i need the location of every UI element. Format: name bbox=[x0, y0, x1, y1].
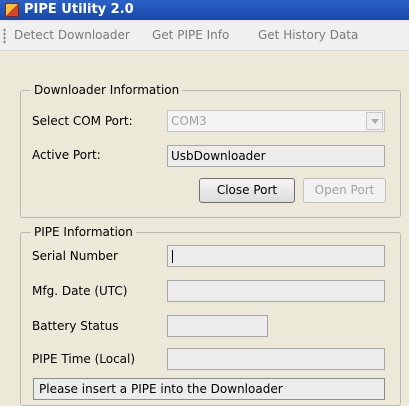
window-bottom-edge bbox=[0, 406, 409, 416]
mfg-date-label: Mfg. Date (UTC) bbox=[32, 284, 128, 298]
open-port-button[interactable]: Open Port bbox=[303, 178, 386, 203]
com-port-select[interactable]: COM3 bbox=[167, 110, 385, 132]
battery-status-label: Battery Status bbox=[32, 319, 119, 333]
serial-number-label: Serial Number bbox=[32, 249, 118, 263]
window-title: PIPE Utility 2.0 bbox=[24, 2, 134, 17]
title-bar[interactable]: PIPE Utility 2.0 bbox=[0, 0, 409, 20]
active-port-field: UsbDownloader bbox=[167, 145, 385, 167]
pipe-information-title: PIPE Information bbox=[31, 225, 136, 239]
app-icon bbox=[5, 3, 19, 17]
mfg-date-field bbox=[167, 280, 385, 302]
menu-get-pipe-info[interactable]: Get PIPE Info bbox=[152, 28, 229, 42]
menu-detect-downloader[interactable]: Detect Downloader bbox=[14, 28, 130, 42]
battery-status-field bbox=[167, 315, 268, 337]
menu-get-history-data[interactable]: Get History Data bbox=[258, 28, 358, 42]
text-caret bbox=[172, 250, 173, 263]
serial-number-field[interactable] bbox=[167, 245, 385, 267]
toolbar-grip-icon[interactable] bbox=[3, 28, 6, 44]
active-port-label: Active Port: bbox=[32, 148, 101, 162]
downloader-information-title: Downloader Information bbox=[31, 83, 183, 97]
close-port-button[interactable]: Close Port bbox=[199, 178, 295, 203]
pipe-time-field bbox=[167, 348, 385, 370]
com-port-label: Select COM Port: bbox=[32, 114, 133, 128]
chevron-down-icon[interactable] bbox=[366, 112, 383, 130]
com-port-value: COM3 bbox=[171, 114, 207, 128]
pipe-time-label: PIPE Time (Local) bbox=[32, 352, 136, 366]
app-window: PIPE Utility 2.0 Detect Downloader Get P… bbox=[0, 0, 409, 416]
status-message: Please insert a PIPE into the Downloader bbox=[33, 378, 385, 400]
menu-bar: Detect Downloader Get PIPE Info Get Hist… bbox=[0, 22, 409, 51]
